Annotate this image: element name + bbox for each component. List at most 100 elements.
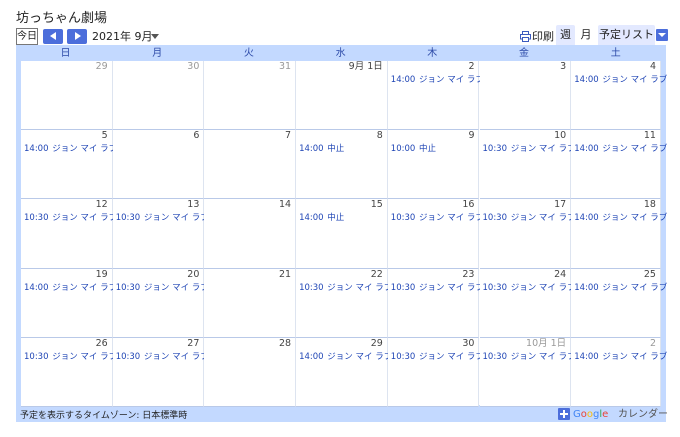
day-cell[interactable]: 30 [112, 61, 205, 131]
calendar-event[interactable]: 14:00 中止 [299, 212, 344, 224]
calendar-event[interactable]: 10:30 ジョン マイ ラブ [116, 282, 209, 294]
day-number[interactable]: 20 [187, 269, 199, 281]
calendar-event[interactable]: 10:30 ジョン マイ ラブ [116, 212, 209, 224]
calendar-event[interactable]: 10:30 ジョン マイ ラブ [391, 282, 484, 294]
tab-week[interactable]: 週 [556, 25, 575, 45]
day-cell[interactable]: 30 10:30 ジョン マイ ラブ [387, 337, 484, 407]
day-number[interactable]: 3 [560, 61, 566, 73]
day-number[interactable]: 29 [96, 61, 108, 73]
calendar-event[interactable]: 14:00 ジョン マイ ラブ [299, 351, 392, 363]
tab-month[interactable]: 月 [577, 25, 595, 45]
day-cell[interactable]: 9月 1日 [296, 61, 388, 131]
day-number[interactable]: 13 [187, 199, 199, 211]
day-cell[interactable]: 4 14:00 ジョン マイ ラブ [571, 61, 667, 131]
calendar-event[interactable]: 14:00 ジョン マイ ラブ [24, 282, 117, 294]
calendar-event[interactable]: 10:30 ジョン マイ ラブ [483, 212, 576, 224]
calendar-event[interactable]: 10:30 ジョン マイ ラブ [483, 143, 576, 155]
day-number[interactable]: 2 [468, 61, 474, 73]
day-cell[interactable]: 10 10:30 ジョン マイ ラブ [479, 130, 576, 200]
day-number[interactable]: 17 [554, 199, 566, 211]
day-number[interactable]: 30 [462, 338, 474, 350]
calendar-event[interactable]: 14:00 中止 [299, 143, 344, 155]
day-number[interactable]: 25 [644, 269, 656, 281]
day-cell[interactable]: 9 10:00 中止 [387, 130, 480, 200]
day-cell[interactable]: 21 [204, 268, 297, 338]
day-number[interactable]: 15 [371, 199, 383, 211]
day-number[interactable]: 24 [554, 269, 566, 281]
caret-down-icon[interactable] [151, 34, 159, 39]
day-number[interactable]: 2 [650, 338, 656, 350]
day-cell[interactable]: 26 10:30 ジョン マイ ラブ [21, 337, 117, 407]
day-cell[interactable]: 7 [204, 130, 297, 200]
day-cell[interactable]: 12 10:30 ジョン マイ ラブ [21, 199, 117, 269]
day-cell[interactable]: 24 10:30 ジョン マイ ラブ [479, 268, 576, 338]
day-number[interactable]: 9 [468, 130, 474, 142]
day-cell[interactable]: 8 14:00 中止 [296, 130, 388, 200]
next-month-button[interactable] [67, 29, 87, 44]
day-cell[interactable]: 5 14:00 ジョン マイ ラブ [21, 130, 117, 200]
day-cell[interactable]: 29 14:00 ジョン マイ ラブ [296, 337, 392, 407]
day-cell[interactable]: 23 10:30 ジョン マイ ラブ [387, 268, 484, 338]
day-cell[interactable]: 11 14:00 ジョン マイ ラブ [571, 130, 667, 200]
calendar-event[interactable]: 14:00 ジョン マイ ラブ [574, 74, 667, 86]
day-number[interactable]: 26 [96, 338, 108, 350]
calendar-event[interactable]: 10:30 ジョン マイ ラブ [391, 351, 484, 363]
day-number[interactable]: 10月 1日 [526, 338, 566, 350]
day-number[interactable]: 11 [644, 130, 656, 142]
day-cell[interactable]: 14 [204, 199, 297, 269]
day-number[interactable]: 8 [377, 130, 383, 142]
calendar-event[interactable]: 10:30 ジョン マイ ラブ [24, 351, 117, 363]
calendar-event[interactable]: 10:30 ジョン マイ ラブ [483, 282, 576, 294]
day-cell[interactable]: 6 [112, 130, 205, 200]
day-number[interactable]: 10 [554, 130, 566, 142]
calendar-event[interactable]: 14:00 ジョン マイ ラブ [24, 143, 117, 155]
day-cell[interactable]: 31 [204, 61, 297, 131]
day-number[interactable]: 29 [371, 338, 383, 350]
day-cell[interactable]: 29 [21, 61, 113, 131]
calendar-event[interactable]: 14:00 ジョン マイ ラブ [574, 143, 667, 155]
today-button[interactable]: 今日 [16, 28, 38, 45]
day-number[interactable]: 4 [650, 61, 656, 73]
day-number[interactable]: 9月 1日 [349, 61, 383, 73]
calendar-event[interactable]: 10:00 中止 [391, 143, 436, 155]
day-number[interactable]: 6 [193, 130, 199, 142]
calendar-event[interactable]: 10:30 ジョン マイ ラブ [483, 351, 576, 363]
calendar-event[interactable]: 14:00 ジョン マイ ラブ [574, 351, 667, 363]
tab-agenda[interactable]: 予定リスト [598, 25, 655, 45]
day-number[interactable]: 31 [279, 61, 291, 73]
calendar-event[interactable]: 14:00 ジョン マイ ラブ [574, 282, 667, 294]
day-number[interactable]: 19 [96, 269, 108, 281]
calendar-event[interactable]: 10:30 ジョン マイ ラブ [116, 351, 209, 363]
day-cell[interactable]: 3 [479, 61, 572, 131]
day-cell[interactable]: 17 10:30 ジョン マイ ラブ [479, 199, 576, 269]
day-number[interactable]: 12 [96, 199, 108, 211]
calendar-event[interactable]: 10:30 ジョン マイ ラブ [391, 212, 484, 224]
day-cell[interactable]: 18 14:00 ジョン マイ ラブ [571, 199, 667, 269]
day-cell[interactable]: 25 14:00 ジョン マイ ラブ [571, 268, 667, 338]
day-cell[interactable]: 10月 1日 10:30 ジョン マイ ラブ [479, 337, 576, 407]
calendar-event[interactable]: 10:30 ジョン マイ ラブ [299, 282, 392, 294]
calendar-event[interactable]: 10:30 ジョン マイ ラブ [24, 212, 117, 224]
day-number[interactable]: 18 [644, 199, 656, 211]
day-cell[interactable]: 20 10:30 ジョン マイ ラブ [112, 268, 209, 338]
day-number[interactable]: 5 [102, 130, 108, 142]
day-number[interactable]: 16 [462, 199, 474, 211]
day-cell[interactable]: 2 14:00 ジョン マイ ラブ [571, 337, 667, 407]
day-number[interactable]: 7 [285, 130, 291, 142]
day-number[interactable]: 21 [279, 269, 291, 281]
day-number[interactable]: 14 [279, 199, 291, 211]
day-cell[interactable]: 15 14:00 中止 [296, 199, 388, 269]
day-cell[interactable]: 13 10:30 ジョン マイ ラブ [112, 199, 209, 269]
dropdown-icon[interactable] [656, 29, 668, 41]
day-number[interactable]: 23 [462, 269, 474, 281]
day-number[interactable]: 30 [187, 61, 199, 73]
calendar-event[interactable]: 14:00 ジョン マイ ラブ [574, 212, 667, 224]
calendar-event[interactable]: 14:00 ジョン マイ ラブ [391, 74, 484, 86]
day-cell[interactable]: 19 14:00 ジョン マイ ラブ [21, 268, 117, 338]
day-number[interactable]: 27 [187, 338, 199, 350]
day-cell[interactable]: 27 10:30 ジョン マイ ラブ [112, 337, 209, 407]
day-number[interactable]: 22 [371, 269, 383, 281]
previous-month-button[interactable] [43, 29, 63, 44]
current-month-label[interactable]: 2021年 9月 [92, 28, 153, 45]
day-cell[interactable]: 28 [204, 337, 297, 407]
